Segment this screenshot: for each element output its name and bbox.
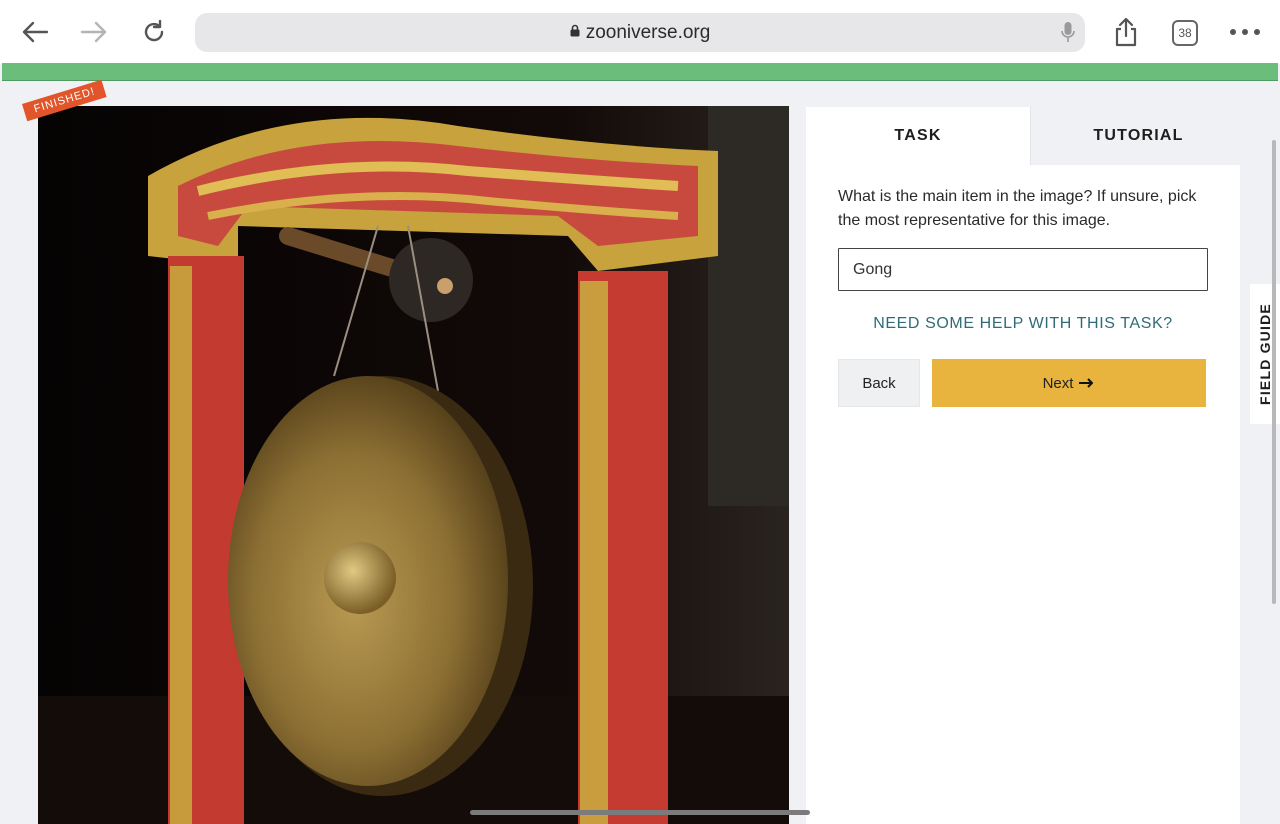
back-button-label: Back — [862, 374, 896, 392]
page-progress-strip — [2, 63, 1278, 81]
subject-image[interactable] — [38, 106, 789, 824]
more-icon[interactable] — [1227, 14, 1263, 50]
tab-tutorial[interactable]: TUTORIAL — [1030, 107, 1246, 165]
address-bar[interactable]: zooniverse.org — [195, 13, 1085, 52]
help-link[interactable]: NEED SOME HELP WITH THIS TASK? — [838, 315, 1208, 333]
field-guide-label: FIELD GUIDE — [1257, 303, 1273, 405]
url-text: zooniverse.org — [585, 21, 711, 43]
share-icon[interactable] — [1108, 14, 1144, 50]
browser-toolbar: zooniverse.org 38 — [0, 0, 1280, 64]
home-indicator — [470, 810, 810, 815]
gong-photo — [38, 106, 789, 824]
task-question: What is the main item in the image? If u… — [838, 188, 1197, 229]
tabs-icon[interactable]: 38 — [1172, 20, 1198, 46]
answer-field[interactable]: Gong — [838, 248, 1208, 291]
lock-icon — [570, 24, 580, 42]
next-button-label: Next — [1042, 374, 1074, 392]
forward-arrow-icon[interactable] — [76, 14, 112, 50]
back-button[interactable]: Back — [838, 359, 920, 407]
back-arrow-icon[interactable] — [17, 14, 53, 50]
microphone-icon[interactable] — [1061, 21, 1075, 48]
tab-task[interactable]: TASK — [806, 107, 1030, 165]
scrollbar[interactable] — [1272, 140, 1276, 604]
next-button[interactable]: Next — [932, 359, 1206, 407]
reload-icon[interactable] — [136, 14, 172, 50]
task-panel: TASK TUTORIAL What is the main item in t… — [806, 107, 1246, 824]
arrow-right-icon — [1079, 375, 1095, 392]
